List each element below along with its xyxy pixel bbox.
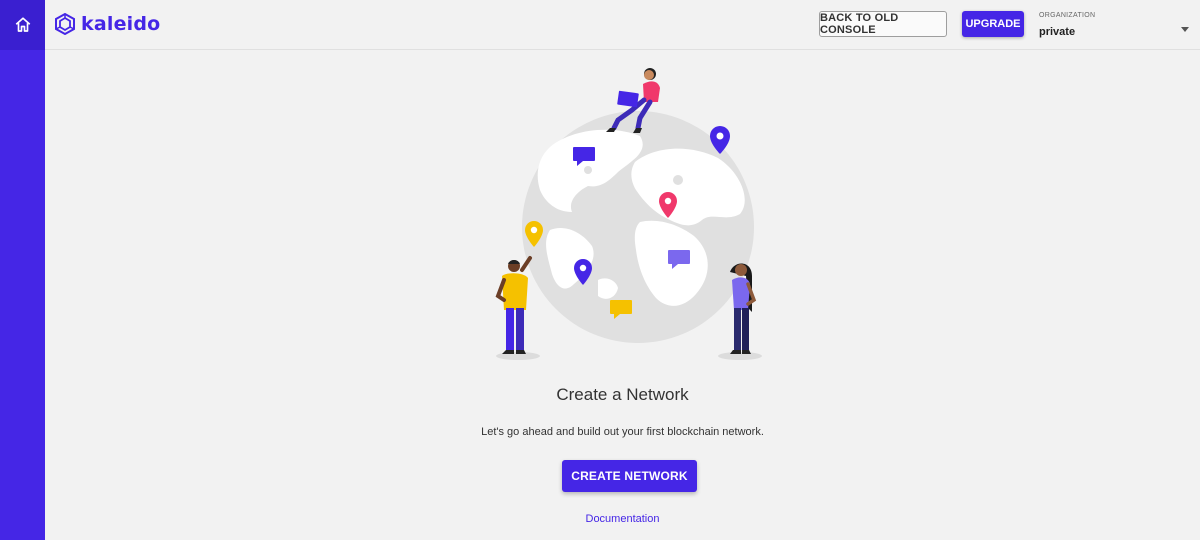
- logo-text: kaleido: [81, 13, 161, 35]
- create-network-button[interactable]: CREATE NETWORK: [562, 460, 697, 492]
- page-title: Create a Network: [556, 385, 689, 404]
- organization-label: ORGANIZATION: [1039, 12, 1096, 19]
- organization-value: private: [1039, 26, 1076, 38]
- person-left: [495, 256, 532, 354]
- kaleido-logo[interactable]: kaleido: [55, 13, 160, 35]
- home-button[interactable]: [0, 0, 45, 50]
- organization-select[interactable]: private: [1039, 22, 1189, 40]
- upgrade-button[interactable]: UPGRADE: [962, 11, 1024, 37]
- network-illustration: [495, 68, 762, 360]
- home-icon: [15, 17, 30, 32]
- top-bar: kaleido BACK TO OLD CONSOLE UPGRADE ORGA…: [45, 0, 1200, 50]
- page-subtitle: Let's go ahead and build out your first …: [481, 426, 764, 438]
- kaleido-logo-icon: [55, 13, 75, 35]
- back-to-old-console-button[interactable]: BACK TO OLD CONSOLE: [819, 11, 947, 37]
- caret-down-icon: [1181, 27, 1189, 32]
- sidebar: [0, 0, 45, 540]
- documentation-link[interactable]: Documentation: [45, 513, 1200, 525]
